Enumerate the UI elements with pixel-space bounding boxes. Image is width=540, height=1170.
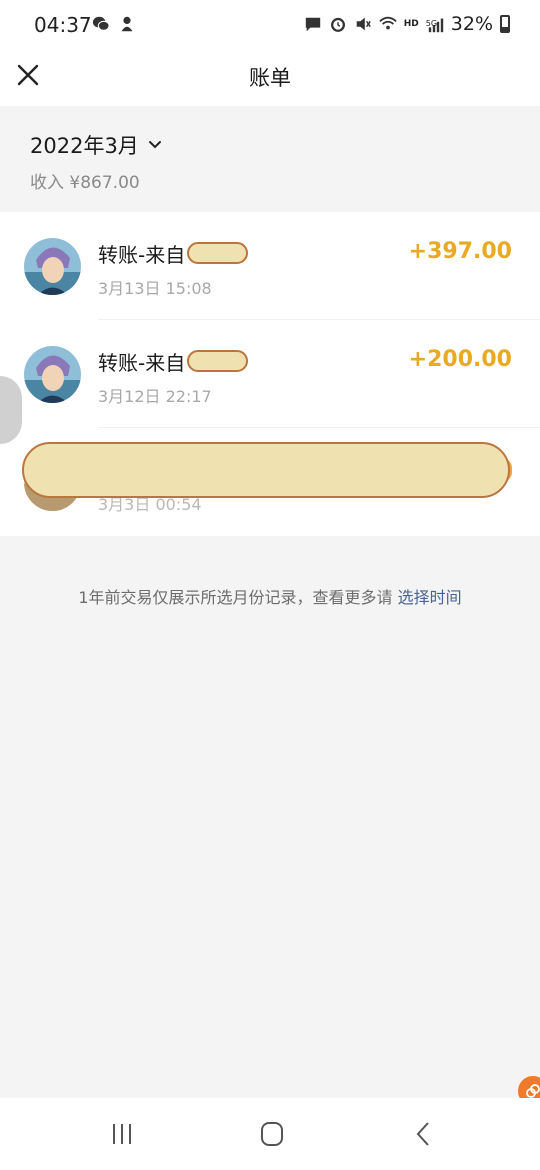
income-summary: 收入 ¥867.00 [30,173,140,193]
battery-percent: 32% [450,13,493,35]
month-section: 2022年3月 收入 ¥867.00 [0,106,540,212]
back-icon[interactable] [408,1120,440,1148]
mute-icon [356,17,371,31]
chevron-down-icon [148,141,161,149]
link-icon [526,1084,540,1098]
month-label: 2022年3月 [30,134,139,158]
month-picker[interactable]: 2022年3月 [30,130,163,160]
transaction-amount: +397.00 [408,239,512,264]
app-header: 账单 [0,52,540,106]
transaction-time: 3月13日 15:08 [98,279,212,298]
status-bar: 04:37 HD 5G 32% [0,0,540,52]
transaction-item[interactable]: 转账-来自 3月12日 22:17 +200.00 [0,320,540,428]
wifi-icon [379,16,397,30]
avatar [24,346,81,403]
transaction-item[interactable]: 转账-来自 3月13日 15:08 +397.00 [0,212,540,320]
transaction-amount: +200.00 [408,347,512,372]
navigation-bar [0,1098,540,1170]
home-icon[interactable] [256,1120,288,1148]
page-title: 账单 [249,66,291,90]
redaction-mark [22,442,510,498]
transaction-title: 转账-来自 [98,351,186,375]
select-time-link[interactable]: 选择时间 [398,588,462,607]
hd-indicator: HD [403,19,419,29]
footer-note: 1年前交易仅展示所选月份记录，查看更多请 选择时间 [0,584,540,608]
message-icon [305,17,320,32]
avatar [24,238,81,295]
alarm-icon [330,17,345,32]
redaction-mark [187,242,248,264]
recent-apps-icon[interactable] [106,1120,138,1148]
battery-icon [500,15,510,33]
transaction-title: 转账-来自 [98,243,186,267]
wechat-icon [92,16,110,31]
transaction-time: 3月12日 22:17 [98,387,212,406]
redaction-mark [187,350,248,372]
signal-icon [428,18,443,33]
app-icon [121,16,133,32]
footer-note-text: 1年前交易仅展示所选月份记录，查看更多请 [78,588,393,607]
status-time: 04:37 [34,13,92,37]
